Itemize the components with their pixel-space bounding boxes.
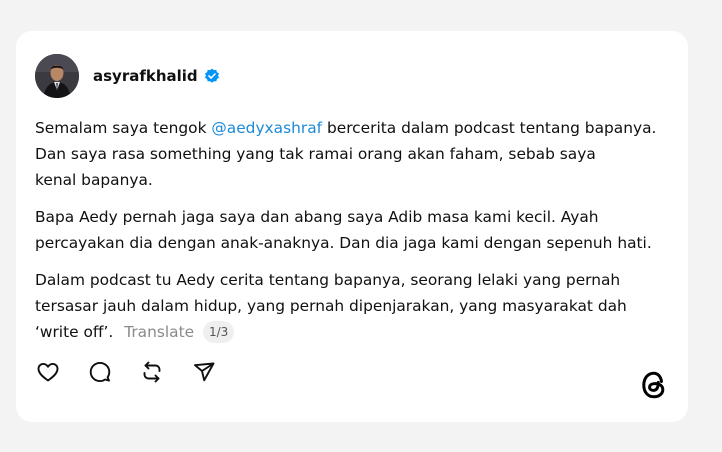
paragraph-text: tersasar jauh dalam hidup, yang pernah d… bbox=[35, 297, 627, 315]
paragraph-text: ‘write off’. bbox=[35, 323, 114, 341]
repost-button[interactable] bbox=[139, 359, 165, 385]
post-paragraph-2: Bapa Aedy pernah jaga saya dan abang say… bbox=[35, 204, 675, 256]
post-paragraph-3: Dalam podcast tu Aedy cerita tentang bap… bbox=[35, 267, 675, 345]
verified-badge-icon bbox=[204, 68, 220, 84]
post-header: asyrafkhalid bbox=[35, 54, 220, 98]
paragraph-text: Bapa Aedy pernah jaga saya dan abang say… bbox=[35, 208, 599, 226]
paragraph-text: Dan saya rasa something yang tak ramai o… bbox=[35, 145, 596, 163]
paragraph-text: kenal bapanya. bbox=[35, 171, 153, 189]
share-button[interactable] bbox=[191, 359, 217, 385]
paragraph-text: percayakan dia dengan anak-anaknya. Dan … bbox=[35, 234, 652, 252]
post-text: Semalam saya tengok @aedyxashraf berceri… bbox=[35, 115, 675, 356]
paragraph-text: Dalam podcast tu Aedy cerita tentang bap… bbox=[35, 271, 621, 289]
username[interactable]: asyrafkhalid bbox=[93, 67, 198, 85]
post-actions bbox=[35, 359, 243, 385]
like-button[interactable] bbox=[35, 359, 61, 385]
username-row: asyrafkhalid bbox=[93, 67, 220, 85]
heart-icon bbox=[37, 362, 59, 382]
mention-link[interactable]: @aedyxashraf bbox=[211, 119, 322, 137]
page-indicator-badge: 1/3 bbox=[203, 321, 235, 343]
post-paragraph-1: Semalam saya tengok @aedyxashraf berceri… bbox=[35, 115, 675, 193]
reply-button[interactable] bbox=[87, 359, 113, 385]
threads-logo-icon[interactable] bbox=[637, 368, 671, 402]
avatar-image bbox=[35, 54, 79, 98]
avatar[interactable] bbox=[35, 54, 79, 98]
paragraph-text: bercerita dalam podcast tentang bapanya. bbox=[322, 119, 657, 137]
repost-icon bbox=[143, 361, 161, 383]
post-card: asyrafkhalid Semalam saya tengok @aedyxa… bbox=[16, 31, 688, 422]
paragraph-text: Semalam saya tengok bbox=[35, 119, 212, 137]
translate-link[interactable]: Translate bbox=[124, 323, 194, 341]
send-icon bbox=[194, 362, 215, 382]
comment-bubble-icon bbox=[89, 361, 111, 383]
